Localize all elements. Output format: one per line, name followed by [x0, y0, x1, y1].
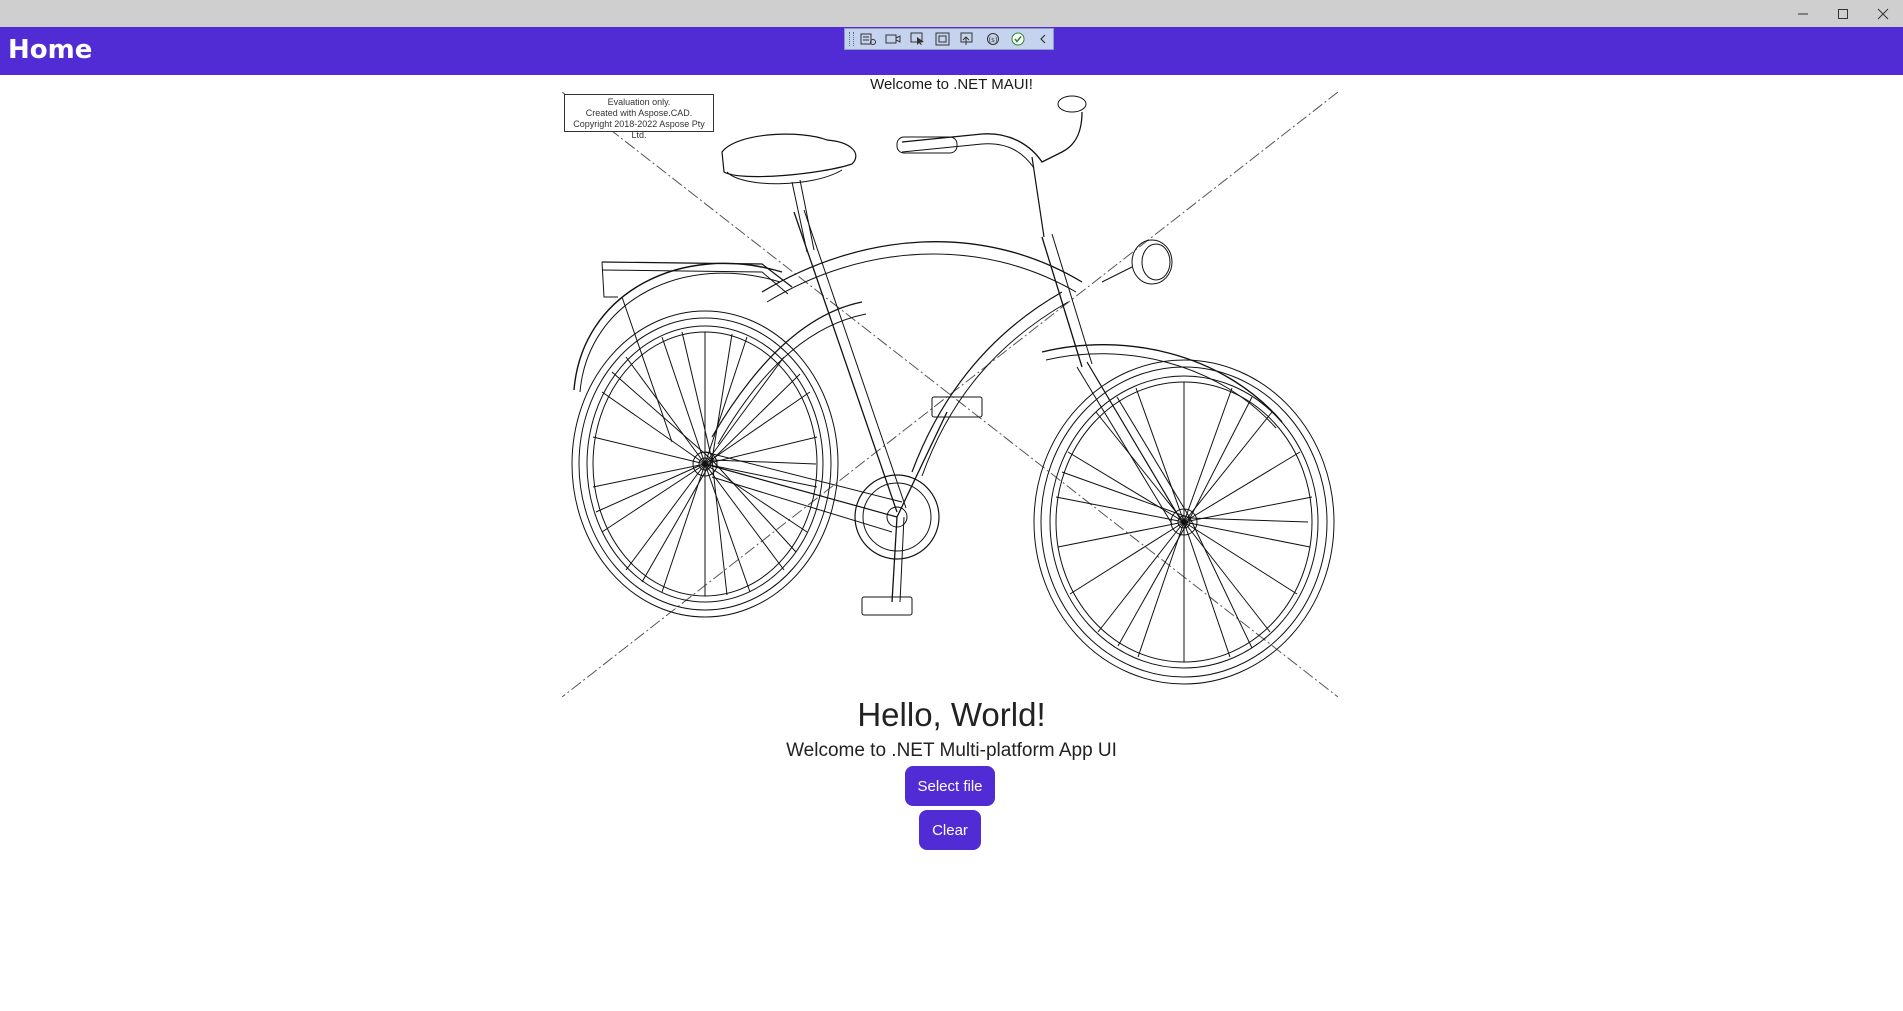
clear-button[interactable]: Clear: [919, 810, 981, 850]
watermark-line-2: Created with Aspose.CAD.: [585, 108, 693, 118]
hot-reload-ok-icon[interactable]: [1007, 30, 1028, 48]
live-visual-tree-icon[interactable]: [858, 30, 879, 48]
watermark-line-1: Evaluation only.: [607, 97, 671, 107]
toolbar-grip[interactable]: [849, 32, 854, 46]
select-file-button[interactable]: Select file: [905, 766, 995, 806]
watermark-line-3: Copyright 2018-2022 Aspose Pty Ltd.: [573, 119, 705, 140]
binding-failures-icon[interactable]: (s): [982, 30, 1003, 48]
welcome-label: Welcome to .NET MAUI!: [870, 76, 1033, 93]
xaml-debug-toolbar: (s): [844, 28, 1054, 50]
window-controls: [1783, 0, 1903, 27]
window-titlebar: [0, 0, 1903, 27]
evaluation-watermark: Evaluation only. Created with Aspose.CAD…: [564, 94, 714, 140]
close-icon[interactable]: [1863, 0, 1903, 27]
display-layout-adorners-icon[interactable]: [933, 30, 954, 48]
select-element-icon[interactable]: [908, 30, 929, 48]
video-icon[interactable]: [883, 30, 904, 48]
bicycle-drawing: [562, 92, 1338, 697]
hello-heading: Hello, World!: [857, 696, 1046, 733]
maximize-icon[interactable]: [1823, 0, 1863, 27]
welcome-subtitle: Welcome to .NET Multi-platform App UI: [786, 740, 1117, 761]
collapse-chevron-icon[interactable]: [1032, 30, 1053, 48]
track-focus-icon[interactable]: [957, 30, 978, 48]
svg-text:(s): (s): [988, 36, 997, 44]
minimize-icon[interactable]: [1783, 0, 1823, 27]
page-title: Home: [8, 35, 93, 65]
